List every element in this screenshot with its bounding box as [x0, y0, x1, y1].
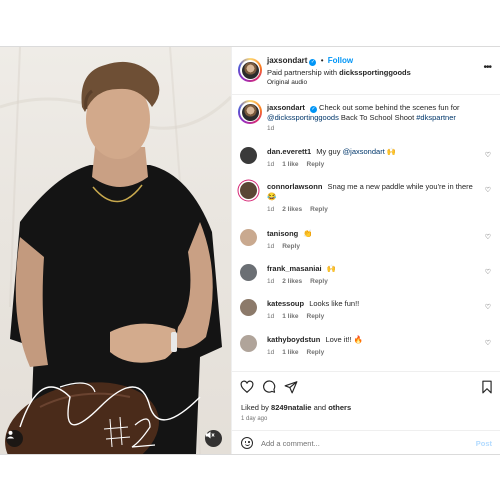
comment-likes[interactable]: 1 like — [282, 313, 298, 320]
emoji-icon[interactable] — [241, 437, 253, 449]
comment-meta: 1d 1 like Reply — [267, 161, 332, 168]
comment-emoji: 🔥 — [353, 335, 364, 344]
comment-likes[interactable]: 2 likes — [282, 206, 302, 213]
comment-username[interactable]: dan.everett1 — [267, 147, 311, 156]
comment-icon[interactable] — [262, 380, 276, 394]
comment-time: 1d — [267, 161, 275, 168]
user-tag-button[interactable] — [6, 430, 23, 447]
comment-avatar[interactable] — [240, 335, 257, 352]
comment-avatar[interactable] — [240, 264, 257, 281]
caption-avatar[interactable] — [238, 100, 262, 124]
comment-time: 1d — [267, 278, 275, 285]
photo-illustration — [0, 47, 231, 454]
verified-badge-icon: ✓ — [309, 59, 317, 66]
comment-meta: 1d 1 like Reply — [267, 349, 332, 356]
caption-username[interactable]: jaxsondart — [267, 103, 305, 112]
caption-text-prefix: Check out some behind the scenes fun for — [319, 103, 460, 112]
reply-button[interactable]: Reply — [307, 313, 325, 320]
liked-and: and — [313, 403, 327, 412]
comment-avatar[interactable] — [240, 299, 257, 316]
post-comment-button[interactable]: Post — [476, 439, 492, 448]
caption-mention[interactable]: @dickssportinggoods — [267, 113, 339, 122]
caption-time: 1d — [267, 125, 275, 132]
reply-button[interactable]: Reply — [307, 161, 325, 168]
comment-text: Looks like fun!! — [309, 299, 360, 308]
comment-avatar[interactable] — [240, 147, 257, 164]
comment-likes[interactable]: 1 like — [282, 349, 298, 356]
follow-button[interactable]: Follow — [328, 56, 353, 65]
liked-by-line: Liked by 8249natalie and others — [241, 403, 351, 412]
comment-emoji: 👏 — [303, 229, 313, 238]
post-actions: Liked by 8249natalie and others 1 day ag… — [232, 371, 500, 454]
comment-username[interactable]: kathyboydstun — [267, 335, 320, 344]
comment-input[interactable] — [261, 437, 451, 450]
comment-like-heart-icon[interactable]: ♡ — [485, 186, 491, 194]
comment-username[interactable]: katessoup — [267, 299, 304, 308]
comment-meta: 1d Reply — [267, 243, 308, 250]
comment-like-heart-icon[interactable]: ♡ — [485, 303, 491, 311]
mute-icon — [206, 431, 215, 439]
comment-text: Snag me a new paddle while you're in the… — [327, 182, 473, 191]
paid-partnership-line: Paid partnership with dickssportinggoods — [267, 68, 467, 77]
comment-likes[interactable]: 1 like — [282, 161, 298, 168]
more-options-icon[interactable]: ••• — [483, 62, 491, 73]
comment-meta: 1d 1 like Reply — [267, 313, 332, 320]
mute-button[interactable] — [205, 430, 222, 447]
comment-emoji: 🙌 — [326, 264, 337, 273]
liked-others[interactable]: others — [328, 403, 351, 412]
post-side-panel: jaxsondart ✓ • Follow Paid partnership wi… — [231, 47, 500, 454]
comment-like-heart-icon[interactable]: ♡ — [485, 339, 491, 347]
caption-meta: 1d — [267, 125, 282, 132]
user-tag-icon — [6, 430, 15, 439]
comment-meta: 1d 2 likes Reply — [267, 206, 336, 213]
bookmark-icon[interactable] — [480, 380, 494, 394]
post-timestamp: 1 day ago — [241, 416, 268, 422]
comment-time: 1d — [267, 313, 275, 320]
author-avatar[interactable] — [238, 58, 262, 82]
comment-text: My guy — [316, 147, 341, 156]
audio-link[interactable]: Original audio — [267, 79, 467, 86]
comment-username[interactable]: tanisong — [267, 229, 298, 238]
caption-text-suffix: Back To School Shoot — [340, 113, 415, 122]
comment-avatar[interactable] — [240, 182, 257, 199]
comment-username[interactable]: connorlawsonn — [267, 182, 322, 191]
post-header: jaxsondart ✓ • Follow Paid partnership wi… — [232, 47, 500, 95]
comment-time: 1d — [267, 349, 275, 356]
caption-hashtag[interactable]: #dkspartner — [416, 113, 456, 122]
comment-emoji: 🙌 — [386, 147, 397, 156]
liked-prefix: Liked by — [241, 403, 269, 412]
comment-username[interactable]: frank_masaniai — [267, 264, 322, 273]
separator-dot: • — [320, 56, 324, 65]
comment-emoji: 😂 — [267, 192, 277, 201]
reply-button[interactable]: Reply — [282, 243, 300, 250]
comment-avatar[interactable] — [240, 229, 257, 246]
comments-list: jaxsondart ✓ Check out some behind the sc… — [232, 95, 500, 371]
comment-meta: 1d 2 likes Reply — [267, 278, 336, 285]
verified-badge-icon: ✓ — [309, 106, 317, 113]
comment-text: Love it!! — [325, 335, 352, 344]
comment-like-heart-icon[interactable]: ♡ — [485, 268, 491, 276]
heart-icon[interactable] — [240, 380, 254, 394]
liked-user[interactable]: 8249natalie — [271, 403, 311, 412]
reply-button[interactable]: Reply — [310, 206, 328, 213]
comment-time: 1d — [267, 206, 275, 213]
post-dialog: jaxsondart ✓ • Follow Paid partnership wi… — [0, 46, 500, 455]
comment-like-heart-icon[interactable]: ♡ — [485, 151, 491, 159]
comment-time: 1d — [267, 243, 275, 250]
partner-link[interactable]: dickssportinggoods — [339, 68, 411, 77]
partnership-prefix: Paid partnership with — [267, 68, 338, 77]
comment-mention[interactable]: @jaxsondart — [343, 147, 385, 156]
reply-button[interactable]: Reply — [307, 349, 325, 356]
reply-button[interactable]: Reply — [310, 278, 328, 285]
comment-likes[interactable]: 2 likes — [282, 278, 302, 285]
author-username[interactable]: jaxsondart — [267, 56, 307, 65]
share-icon[interactable] — [284, 380, 298, 394]
comment-like-heart-icon[interactable]: ♡ — [485, 233, 491, 241]
add-comment-bar: Post — [232, 430, 500, 455]
post-photo[interactable] — [0, 47, 231, 454]
